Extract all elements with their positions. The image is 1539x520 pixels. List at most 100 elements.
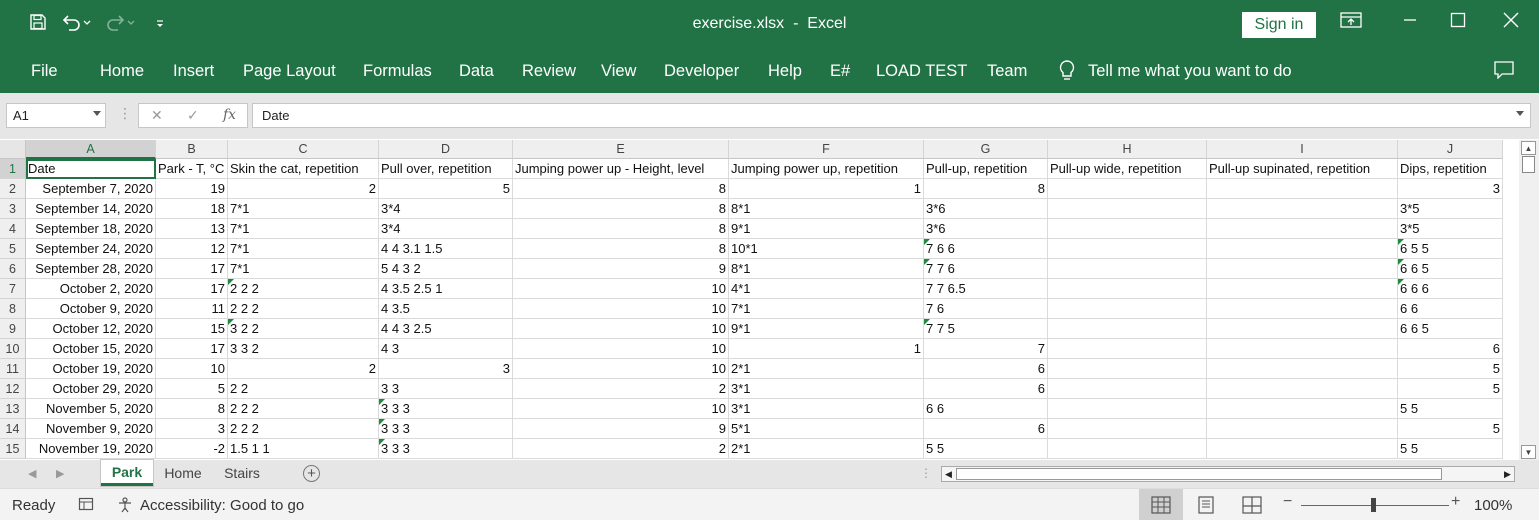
- tab-load-test[interactable]: LOAD TEST: [876, 62, 967, 81]
- table-cell[interactable]: 2 2 2: [228, 419, 379, 439]
- tab-help[interactable]: Help: [768, 62, 802, 81]
- table-cell[interactable]: 3*5: [1398, 199, 1503, 219]
- table-cell[interactable]: 2 2: [228, 379, 379, 399]
- row-header[interactable]: 14: [0, 419, 26, 439]
- tab-review[interactable]: Review: [522, 62, 576, 81]
- table-cell[interactable]: -2: [156, 439, 228, 459]
- table-cell[interactable]: [1207, 419, 1398, 439]
- table-cell[interactable]: 3*5: [1398, 219, 1503, 239]
- table-cell[interactable]: 15: [156, 319, 228, 339]
- table-cell[interactable]: October 19, 2020: [26, 359, 156, 379]
- table-cell[interactable]: [1048, 279, 1207, 299]
- table-cell[interactable]: 10: [513, 279, 729, 299]
- table-cell[interactable]: 17: [156, 259, 228, 279]
- table-cell[interactable]: [1207, 199, 1398, 219]
- table-cell[interactable]: 19: [156, 179, 228, 199]
- table-cell[interactable]: 12: [156, 239, 228, 259]
- horizontal-scrollbar[interactable]: ◀ ▶: [941, 466, 1515, 482]
- close-icon[interactable]: [1486, 0, 1536, 40]
- table-cell[interactable]: 2*1: [729, 439, 924, 459]
- table-cell[interactable]: 3 3 2: [228, 339, 379, 359]
- table-cell[interactable]: [1207, 219, 1398, 239]
- table-cell[interactable]: 8: [924, 179, 1048, 199]
- column-header-j[interactable]: J: [1398, 140, 1503, 159]
- table-cell[interactable]: 3*1: [729, 399, 924, 419]
- page-layout-view-icon[interactable]: [1184, 489, 1228, 520]
- scroll-right-icon[interactable]: ▶: [1501, 467, 1514, 481]
- row-header[interactable]: 11: [0, 359, 26, 379]
- header-cell[interactable]: Skin the cat, repetition: [228, 159, 379, 179]
- header-cell[interactable]: Jumping power up - Height, level: [513, 159, 729, 179]
- tell-me-search[interactable]: Tell me what you want to do: [1058, 59, 1292, 83]
- zoom-out-icon[interactable]: −: [1283, 493, 1292, 511]
- redo-icon[interactable]: [104, 10, 138, 34]
- chevron-down-icon[interactable]: [93, 111, 101, 116]
- table-cell[interactable]: [1048, 239, 1207, 259]
- zoom-slider[interactable]: − +: [1283, 493, 1463, 513]
- table-cell[interactable]: [1207, 239, 1398, 259]
- table-cell[interactable]: 3*4: [379, 199, 513, 219]
- table-cell[interactable]: October 12, 2020: [26, 319, 156, 339]
- table-cell[interactable]: 2: [513, 379, 729, 399]
- table-cell[interactable]: September 14, 2020: [26, 199, 156, 219]
- table-cell[interactable]: 8: [513, 219, 729, 239]
- table-cell[interactable]: 3 3 3: [379, 419, 513, 439]
- undo-icon[interactable]: [60, 10, 94, 34]
- table-cell[interactable]: 6 6: [1398, 299, 1503, 319]
- table-cell[interactable]: 8: [513, 199, 729, 219]
- row-header[interactable]: 3: [0, 199, 26, 219]
- table-cell[interactable]: [1048, 319, 1207, 339]
- ribbon-display-options-icon[interactable]: [1326, 0, 1376, 40]
- table-cell[interactable]: 5 4 3 2: [379, 259, 513, 279]
- table-cell[interactable]: [1207, 399, 1398, 419]
- table-cell[interactable]: November 19, 2020: [26, 439, 156, 459]
- row-header[interactable]: 15: [0, 439, 26, 459]
- table-cell[interactable]: [1048, 299, 1207, 319]
- table-cell[interactable]: September 24, 2020: [26, 239, 156, 259]
- table-cell[interactable]: 2 2 2: [228, 399, 379, 419]
- table-cell[interactable]: 8: [513, 239, 729, 259]
- maximize-icon[interactable]: [1433, 0, 1483, 40]
- table-cell[interactable]: 5: [1398, 359, 1503, 379]
- row-header[interactable]: 12: [0, 379, 26, 399]
- zoom-level[interactable]: 100%: [1474, 497, 1512, 514]
- table-cell[interactable]: [1207, 179, 1398, 199]
- customize-qat-icon[interactable]: [148, 10, 172, 34]
- table-cell[interactable]: 10: [513, 299, 729, 319]
- horizontal-scroll-thumb[interactable]: [956, 468, 1442, 480]
- add-sheet-icon[interactable]: +: [303, 465, 320, 482]
- table-cell[interactable]: 10: [156, 359, 228, 379]
- table-cell[interactable]: 4 3.5 2.5 1: [379, 279, 513, 299]
- table-cell[interactable]: [1207, 319, 1398, 339]
- table-cell[interactable]: 7: [924, 339, 1048, 359]
- tab-formulas[interactable]: Formulas: [363, 62, 432, 81]
- expand-formula-icon[interactable]: [1516, 111, 1524, 116]
- tab-page-layout[interactable]: Page Layout: [243, 62, 336, 81]
- table-cell[interactable]: 8: [156, 399, 228, 419]
- cancel-icon[interactable]: ✕: [151, 107, 163, 124]
- table-cell[interactable]: 2: [228, 359, 379, 379]
- next-sheet-icon[interactable]: ▶: [56, 467, 64, 480]
- table-cell[interactable]: 11: [156, 299, 228, 319]
- row-header[interactable]: 1: [0, 159, 26, 179]
- table-cell[interactable]: 5*1: [729, 419, 924, 439]
- column-header-e[interactable]: E: [513, 140, 729, 159]
- table-cell[interactable]: [1048, 359, 1207, 379]
- table-cell[interactable]: 6: [924, 379, 1048, 399]
- table-cell[interactable]: [1048, 259, 1207, 279]
- enter-icon[interactable]: ✓: [187, 107, 199, 124]
- table-cell[interactable]: 3*6: [924, 199, 1048, 219]
- table-cell[interactable]: [1207, 299, 1398, 319]
- tab-home[interactable]: Home: [100, 62, 144, 81]
- sheet-tab-park[interactable]: Park: [101, 460, 153, 486]
- table-cell[interactable]: [1048, 339, 1207, 359]
- insert-function-icon[interactable]: fx: [223, 107, 236, 123]
- table-cell[interactable]: 1: [729, 339, 924, 359]
- table-cell[interactable]: 7 6: [924, 299, 1048, 319]
- vertical-scroll-thumb[interactable]: [1522, 156, 1535, 173]
- table-cell[interactable]: 3 3 3: [379, 439, 513, 459]
- tab-view[interactable]: View: [601, 62, 636, 81]
- table-cell[interactable]: 6 6: [924, 399, 1048, 419]
- formula-input[interactable]: Date: [252, 103, 1531, 128]
- column-header-h[interactable]: H: [1048, 140, 1207, 159]
